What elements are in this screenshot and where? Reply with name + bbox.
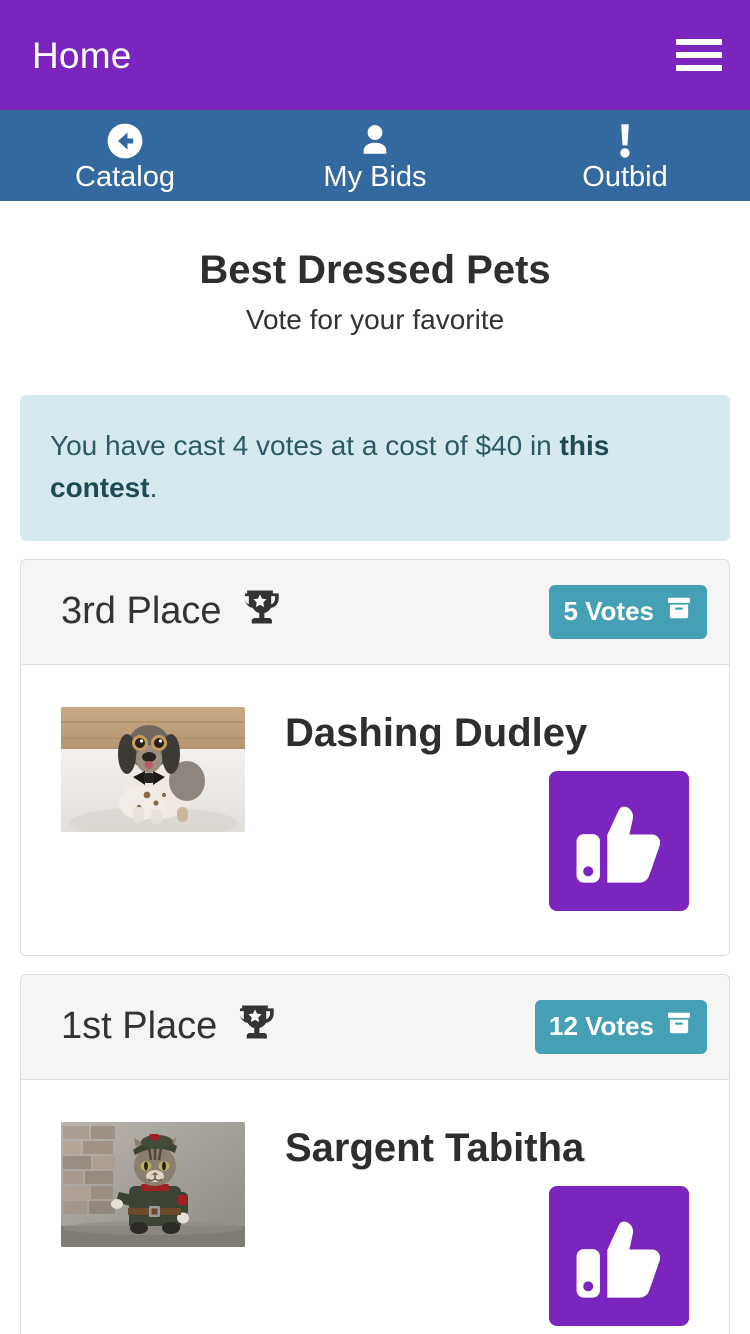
hamburger-bar	[676, 52, 722, 58]
contest-heading: Best Dressed Pets Vote for your favorite	[0, 201, 750, 337]
nav-item-my-bids[interactable]: My Bids	[250, 110, 500, 201]
thumbs-up-icon	[567, 789, 671, 893]
contest-subtitle: Vote for your favorite	[245, 304, 505, 335]
hamburger-bar	[676, 39, 722, 45]
vote-summary-text: You have cast 4 votes at a cost of $40 i…	[50, 429, 560, 461]
thumbs-up-icon	[567, 1204, 671, 1308]
page-title-home: Home	[32, 34, 132, 76]
nav-item-catalog[interactable]: Catalog	[0, 110, 250, 201]
entry-details: Dashing Dudley	[245, 707, 689, 911]
place-label-text: 1st Place	[61, 1005, 218, 1048]
entry-card-header: 1st Place 12 Votes	[21, 974, 729, 1080]
archive-box-icon	[665, 1009, 693, 1044]
vote-button[interactable]	[549, 1185, 689, 1326]
vote-button[interactable]	[549, 770, 689, 911]
votes-badge[interactable]: 5 Votes	[549, 584, 707, 639]
votes-badge-label: 5 Votes	[563, 595, 654, 626]
entry-photo[interactable]	[61, 1121, 245, 1247]
hamburger-bar	[676, 65, 722, 71]
place-label-group: 3rd Place	[61, 585, 282, 639]
contest-title: Best Dressed Pets	[199, 248, 551, 292]
user-icon	[358, 122, 392, 160]
entry-card: 3rd Place 5 Votes Dashing Dudley	[20, 558, 730, 956]
vote-action-row	[285, 1185, 689, 1326]
nav-label-my-bids: My Bids	[323, 161, 427, 194]
entry-card: 1st Place 12 Votes Sargent Tabitha	[20, 973, 730, 1334]
entry-details: Sargent Tabitha	[245, 1122, 689, 1326]
entry-card-body: Dashing Dudley	[21, 665, 729, 955]
nav-label-outbid: Outbid	[582, 161, 668, 194]
vote-summary-text-end: .	[149, 471, 158, 503]
app-bar: Home	[0, 0, 750, 110]
entry-name: Sargent Tabitha	[285, 1125, 585, 1170]
place-label-group: 1st Place	[61, 1000, 277, 1054]
vote-action-row	[285, 770, 689, 911]
hamburger-menu-icon[interactable]	[676, 37, 722, 73]
entry-card-header: 3rd Place 5 Votes	[21, 559, 729, 665]
exclamation-icon	[617, 122, 633, 160]
votes-badge-label: 12 Votes	[548, 1010, 654, 1041]
entry-name: Dashing Dudley	[285, 710, 588, 755]
archive-box-icon	[665, 594, 693, 629]
entry-card-body: Sargent Tabitha	[21, 1080, 729, 1334]
entry-photo[interactable]	[61, 706, 245, 832]
nav-label-catalog: Catalog	[75, 161, 175, 194]
place-label-text: 3rd Place	[61, 590, 222, 633]
arrow-circle-left-icon	[106, 122, 144, 160]
trophy-icon	[233, 1000, 277, 1054]
trophy-icon	[238, 585, 282, 639]
secondary-nav: Catalog My Bids Outbid	[0, 110, 750, 201]
vote-summary-banner: You have cast 4 votes at a cost of $40 i…	[20, 394, 730, 541]
nav-item-outbid[interactable]: Outbid	[500, 110, 750, 201]
votes-badge[interactable]: 12 Votes	[534, 999, 707, 1054]
